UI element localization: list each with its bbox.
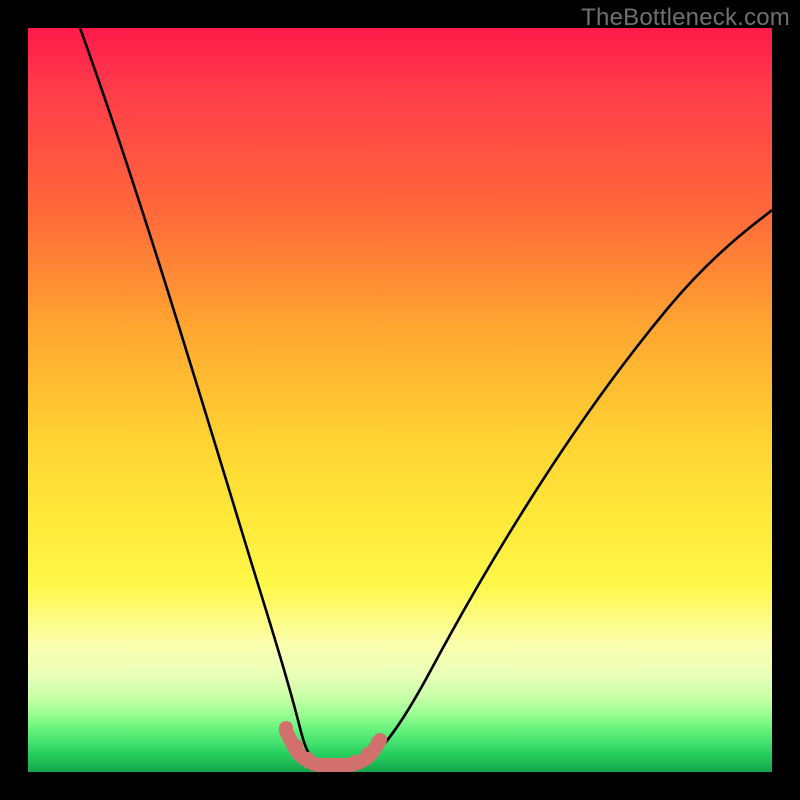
chart-plot-area <box>28 28 772 772</box>
marker-dot <box>317 758 331 772</box>
marker-dot <box>361 747 375 761</box>
marker-dot <box>348 755 362 769</box>
watermark-text: TheBottleneck.com <box>581 4 790 32</box>
marker-dot <box>289 739 303 753</box>
marker-dot <box>333 758 347 772</box>
left-curve <box>80 28 320 765</box>
marker-dot <box>279 721 293 735</box>
marker-dot <box>371 735 385 749</box>
chart-frame: TheBottleneck.com <box>0 0 800 800</box>
marker-dot <box>301 752 315 766</box>
chart-svg <box>28 28 772 772</box>
right-curve <box>361 210 772 765</box>
